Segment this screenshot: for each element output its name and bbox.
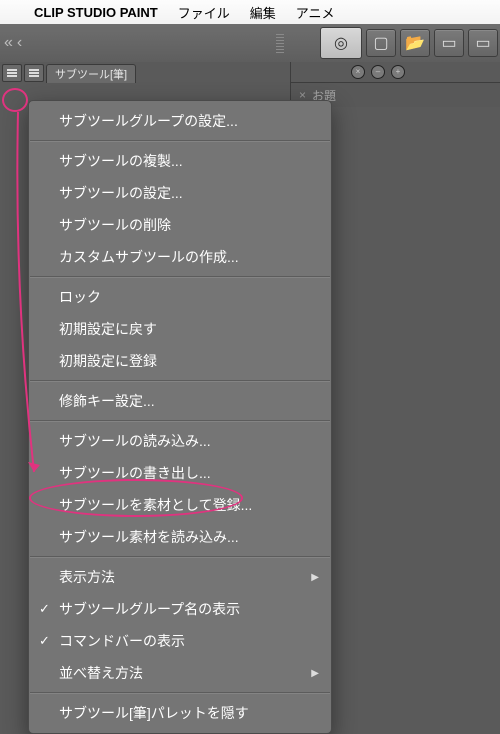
menu-item-label: 修飾キー設定... bbox=[59, 391, 155, 411]
clipstudio-button[interactable]: ◎ bbox=[320, 27, 362, 59]
menu-item-label: サブツールの読み込み... bbox=[59, 431, 211, 451]
panel-close-button[interactable]: × bbox=[351, 65, 365, 79]
menu-item-13[interactable]: サブツールの読み込み... bbox=[29, 425, 331, 457]
menu-separator bbox=[30, 556, 330, 558]
menu-item-label: コマンドバーの表示 bbox=[59, 631, 185, 651]
layout-icon bbox=[29, 69, 39, 77]
subtool-context-menu: サブツールグループの設定... サブツールの複製... サブツールの設定... サブツ… bbox=[28, 100, 332, 734]
menu-item-5[interactable]: カスタムサブツールの作成... bbox=[29, 241, 331, 273]
menu-item-label: サブツールの設定... bbox=[59, 183, 183, 203]
menu-item-20[interactable]: ✓ コマンドバーの表示 bbox=[29, 625, 331, 657]
menu-item-15[interactable]: サブツールを素材として登録... bbox=[29, 489, 331, 521]
palette-tab-label: サブツール[筆] bbox=[55, 66, 127, 82]
panel-maximize-button[interactable]: + bbox=[391, 65, 405, 79]
menu-item-label: サブツールグループ名の表示 bbox=[59, 599, 240, 619]
check-icon: ✓ bbox=[39, 633, 50, 649]
new-file-button[interactable]: ▢ bbox=[366, 29, 396, 57]
menu-item-18[interactable]: 表示方法 bbox=[29, 561, 331, 593]
minimize-icon: – bbox=[376, 68, 380, 76]
panel-grip-icon[interactable] bbox=[276, 34, 284, 54]
menu-separator bbox=[30, 276, 330, 278]
menu-item-label: サブツール素材を読み込み... bbox=[59, 527, 239, 547]
menu-item-label: 初期設定に登録 bbox=[59, 351, 157, 371]
menu-item-3[interactable]: サブツールの設定... bbox=[29, 177, 331, 209]
window-icon: ▭ bbox=[441, 33, 456, 53]
palette-tab-subtool[interactable]: サブツール[筆] bbox=[46, 64, 136, 83]
menu-item-9[interactable]: 初期設定に登録 bbox=[29, 345, 331, 377]
menu-item-8[interactable]: 初期設定に戻す bbox=[29, 313, 331, 345]
menu-item-label: サブツールの削除 bbox=[59, 215, 171, 235]
menu-item-label: カスタムサブツールの作成... bbox=[59, 247, 239, 267]
nav-chevrons[interactable]: « ‹ bbox=[0, 34, 22, 52]
menu-item-label: サブツール[筆]パレットを隠す bbox=[59, 703, 249, 723]
menu-item-7[interactable]: ロック bbox=[29, 281, 331, 313]
menu-separator bbox=[30, 420, 330, 422]
menu-item-14[interactable]: サブツールの書き出し... bbox=[29, 457, 331, 489]
menu-item-label: サブツールグループの設定... bbox=[59, 111, 238, 131]
chevron-left-icon[interactable]: ‹ bbox=[17, 34, 22, 52]
app-toolbar: « ‹ ◎ ▢ 📂 ▭ ▭ bbox=[0, 24, 500, 63]
open-file-button[interactable]: 📂 bbox=[400, 29, 430, 57]
app-menu[interactable]: CLIP STUDIO PAINT bbox=[24, 5, 168, 20]
window-icon: ▭ bbox=[475, 33, 490, 53]
hamburger-icon bbox=[7, 69, 17, 77]
menu-item-19[interactable]: ✓ サブツールグループ名の表示 bbox=[29, 593, 331, 625]
folder-open-icon: 📂 bbox=[405, 33, 425, 53]
menu-item-4[interactable]: サブツールの削除 bbox=[29, 209, 331, 241]
menu-separator bbox=[30, 140, 330, 142]
check-icon: ✓ bbox=[39, 601, 50, 617]
panel-window-controls: × – + bbox=[291, 62, 500, 82]
menu-item-21[interactable]: 並べ替え方法 bbox=[29, 657, 331, 689]
palette-layout-button[interactable] bbox=[24, 64, 44, 82]
menu-item-label: 並べ替え方法 bbox=[59, 663, 143, 683]
maximize-icon: + bbox=[396, 68, 401, 76]
palette-menu-button[interactable] bbox=[2, 64, 22, 82]
menu-edit[interactable]: 編集 bbox=[240, 3, 286, 22]
menu-item-label: サブツールの複製... bbox=[59, 151, 183, 171]
menu-item-label: 初期設定に戻す bbox=[59, 319, 157, 339]
chevron-double-left-icon[interactable]: « bbox=[4, 34, 13, 52]
menu-item-11[interactable]: 修飾キー設定... bbox=[29, 385, 331, 417]
palette-header: サブツール[筆] bbox=[0, 62, 290, 84]
clipstudio-icon: ◎ bbox=[334, 33, 348, 53]
window-button-a[interactable]: ▭ bbox=[434, 29, 464, 57]
menu-item-23[interactable]: サブツール[筆]パレットを隠す bbox=[29, 697, 331, 729]
close-icon: × bbox=[356, 68, 361, 76]
palette-area: サブツール[筆] bbox=[0, 62, 290, 100]
mac-menubar: CLIP STUDIO PAINT ファイル 編集 アニメ bbox=[0, 0, 500, 25]
menu-file[interactable]: ファイル bbox=[168, 3, 240, 22]
window-button-b[interactable]: ▭ bbox=[468, 29, 498, 57]
menu-separator bbox=[30, 380, 330, 382]
menu-item-label: ロック bbox=[59, 287, 101, 307]
new-file-icon: ▢ bbox=[373, 33, 388, 53]
menu-item-label: サブツールの書き出し... bbox=[59, 463, 211, 483]
menu-item-16[interactable]: サブツール素材を読み込み... bbox=[29, 521, 331, 553]
menu-item-label: サブツールを素材として登録... bbox=[59, 495, 252, 515]
menu-item-label: 表示方法 bbox=[59, 567, 115, 587]
panel-minimize-button[interactable]: – bbox=[371, 65, 385, 79]
menu-item-0[interactable]: サブツールグループの設定... bbox=[29, 105, 331, 137]
menu-anime[interactable]: アニメ bbox=[286, 3, 345, 22]
menu-item-2[interactable]: サブツールの複製... bbox=[29, 145, 331, 177]
menu-separator bbox=[30, 692, 330, 694]
